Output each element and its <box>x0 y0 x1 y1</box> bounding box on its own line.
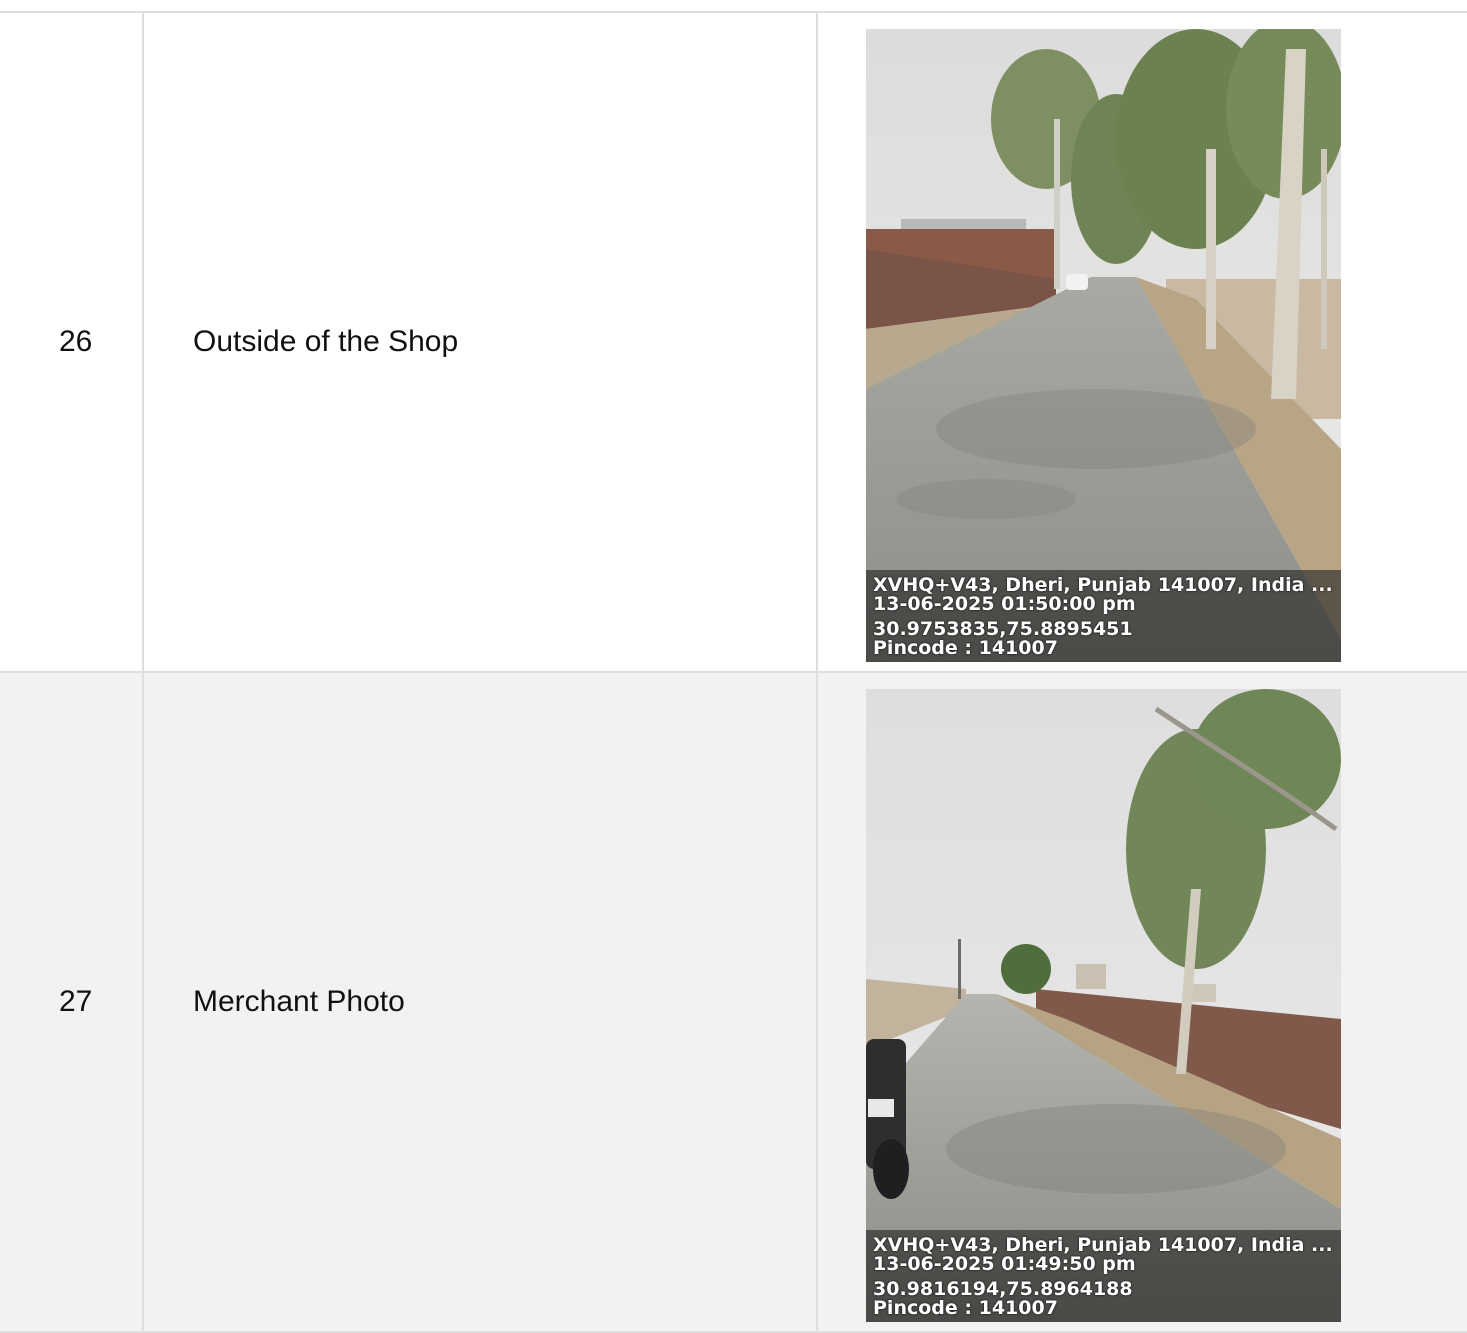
row-number-cell: 26 <box>0 13 144 671</box>
shop-outside-photo[interactable]: XVHQ+V43, Dheri, Punjab 141007, India ..… <box>866 29 1341 662</box>
table-row: 27 Merchant Photo XVHQ+V43, Dheri, Punja… <box>0 673 1467 1333</box>
row-number-cell: 27 <box>0 673 144 1331</box>
row-label-cell: Outside of the Shop <box>144 13 818 671</box>
stamp-datetime: 13-06-2025 01:49:50 pm <box>873 1253 1136 1275</box>
row-photo-cell: XVHQ+V43, Dheri, Punjab 141007, India ..… <box>818 673 1467 1331</box>
road-scene-image <box>866 29 1341 662</box>
table-row: 26 Outside of the Shop XVHQ+V43, Dheri, … <box>0 13 1467 673</box>
photo-table: 26 Outside of the Shop XVHQ+V43, Dheri, … <box>0 11 1467 1333</box>
stamp-datetime: 13-06-2025 01:50:00 pm <box>873 593 1136 615</box>
geo-stamp: XVHQ+V43, Dheri, Punjab 141007, India ..… <box>866 1230 1341 1322</box>
row-number: 27 <box>59 985 93 1018</box>
row-label: Merchant Photo <box>193 985 405 1018</box>
road-scene-image <box>866 689 1341 1322</box>
merchant-photo[interactable]: XVHQ+V43, Dheri, Punjab 141007, India ..… <box>866 689 1341 1322</box>
row-label: Outside of the Shop <box>193 325 459 358</box>
stamp-pincode: Pincode : 141007 <box>873 637 1058 659</box>
stamp-pincode: Pincode : 141007 <box>873 1297 1058 1319</box>
row-label-cell: Merchant Photo <box>144 673 818 1331</box>
row-number: 26 <box>59 325 93 358</box>
geo-stamp: XVHQ+V43, Dheri, Punjab 141007, India ..… <box>866 570 1341 662</box>
row-photo-cell: XVHQ+V43, Dheri, Punjab 141007, India ..… <box>818 13 1467 671</box>
